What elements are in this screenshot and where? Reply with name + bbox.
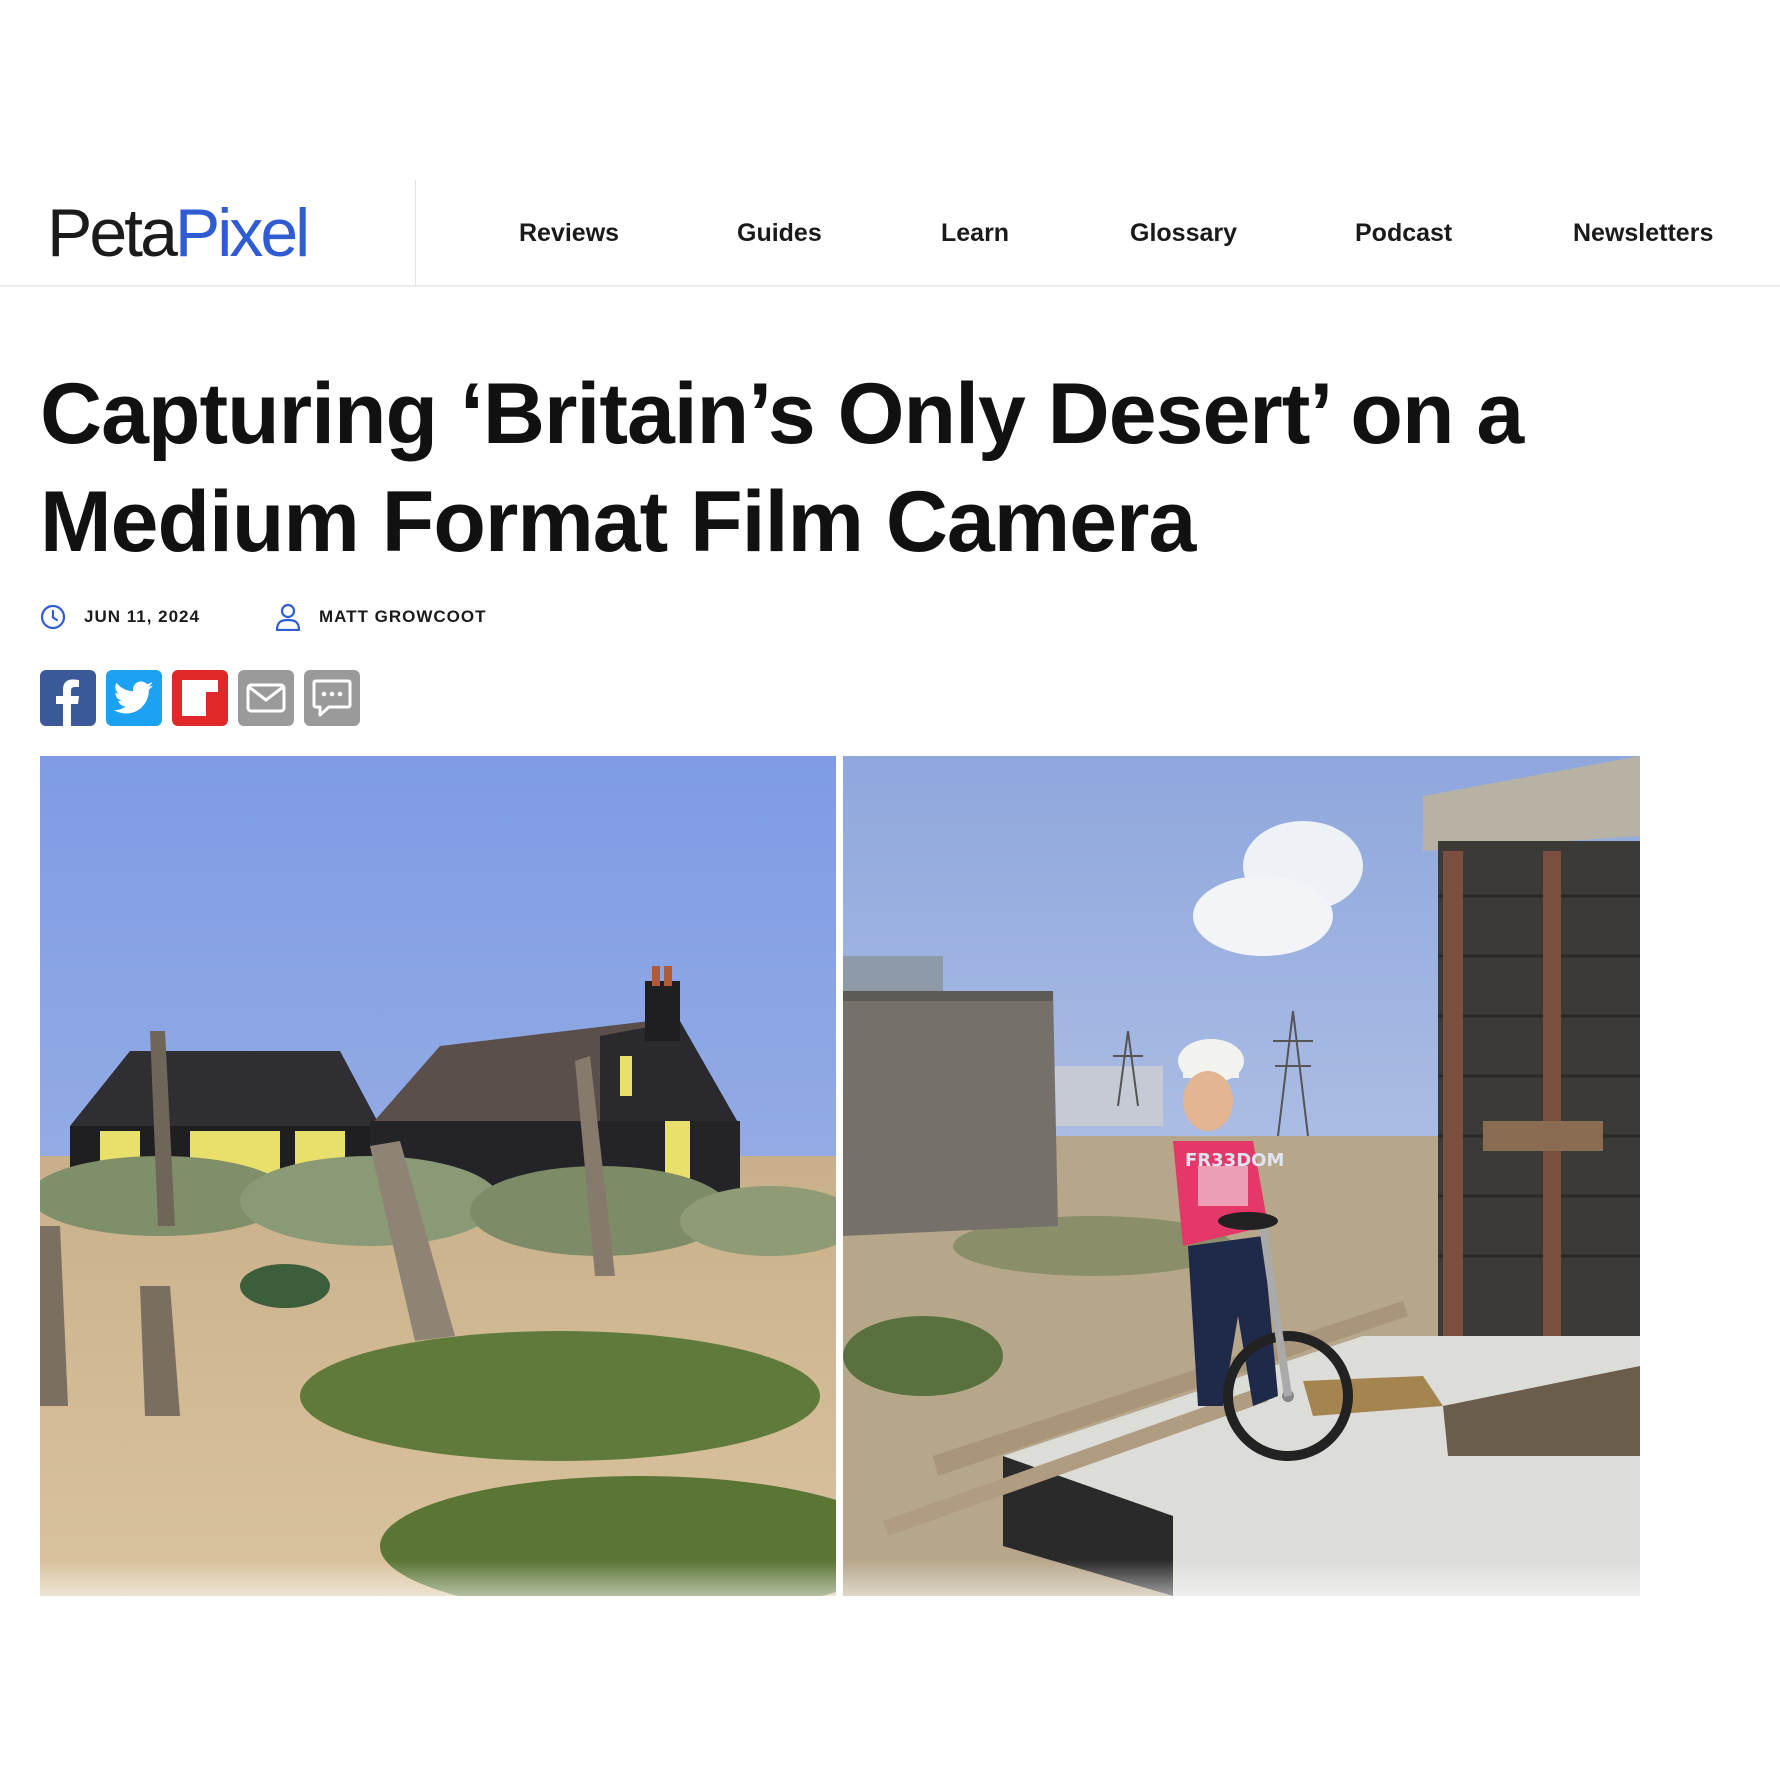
share-flipboard-button[interactable] xyxy=(172,670,228,726)
article-date: JUN 11, 2024 xyxy=(40,604,200,630)
article-photos: FR33DOM xyxy=(40,756,1640,1596)
nav-item-guides[interactable]: Guides xyxy=(737,218,822,248)
boy-shirt-text: FR33DOM xyxy=(1185,1150,1284,1171)
comment-icon xyxy=(312,679,352,717)
article-title-line2: Medium Format Film Camera xyxy=(40,474,1196,570)
article-author[interactable]: MATT GROWCOOT xyxy=(275,603,487,631)
site-header: PetaPixel Reviews Guides Learn Glossary … xyxy=(0,180,1780,287)
main-nav: Reviews Guides Learn Glossary Podcast Ne… xyxy=(415,180,1780,287)
email-icon xyxy=(246,683,286,713)
nav-item-learn[interactable]: Learn xyxy=(941,218,1009,248)
article-title: Capturing ‘Britain’s Only Desert’ on a M… xyxy=(40,360,1640,576)
photo-cottage[interactable] xyxy=(40,756,836,1596)
article-meta: JUN 11, 2024 MATT GROWCOOT xyxy=(40,603,487,631)
author-name[interactable]: MATT GROWCOOT xyxy=(319,607,487,627)
logo-text-pixel: Pixel xyxy=(174,195,310,271)
article-title-line1: Capturing ‘Britain’s Only Desert’ on a xyxy=(40,366,1524,462)
share-email-button[interactable] xyxy=(238,670,294,726)
site-logo[interactable]: PetaPixel xyxy=(47,195,310,271)
nav-item-newsletters[interactable]: Newsletters xyxy=(1573,218,1713,248)
cottage-illustration xyxy=(40,756,836,1596)
nav-item-reviews[interactable]: Reviews xyxy=(519,218,619,248)
share-facebook-button[interactable] xyxy=(40,670,96,726)
share-comment-button[interactable] xyxy=(304,670,360,726)
date-text: JUN 11, 2024 xyxy=(84,607,200,626)
flipboard-icon xyxy=(182,680,218,716)
boy-unicycle-illustration: FR33DOM xyxy=(843,756,1640,1596)
nav-item-podcast[interactable]: Podcast xyxy=(1355,218,1452,248)
logo-text-peta: Peta xyxy=(47,195,178,271)
share-twitter-button[interactable] xyxy=(106,670,162,726)
bottom-fade xyxy=(0,1560,1780,1600)
twitter-icon xyxy=(114,681,154,714)
clock-icon xyxy=(40,604,66,630)
share-bar xyxy=(40,670,360,726)
photo-boy-unicycle[interactable]: FR33DOM xyxy=(843,756,1640,1596)
facebook-icon xyxy=(56,679,79,726)
user-icon xyxy=(275,603,301,631)
nav-item-glossary[interactable]: Glossary xyxy=(1130,218,1237,248)
